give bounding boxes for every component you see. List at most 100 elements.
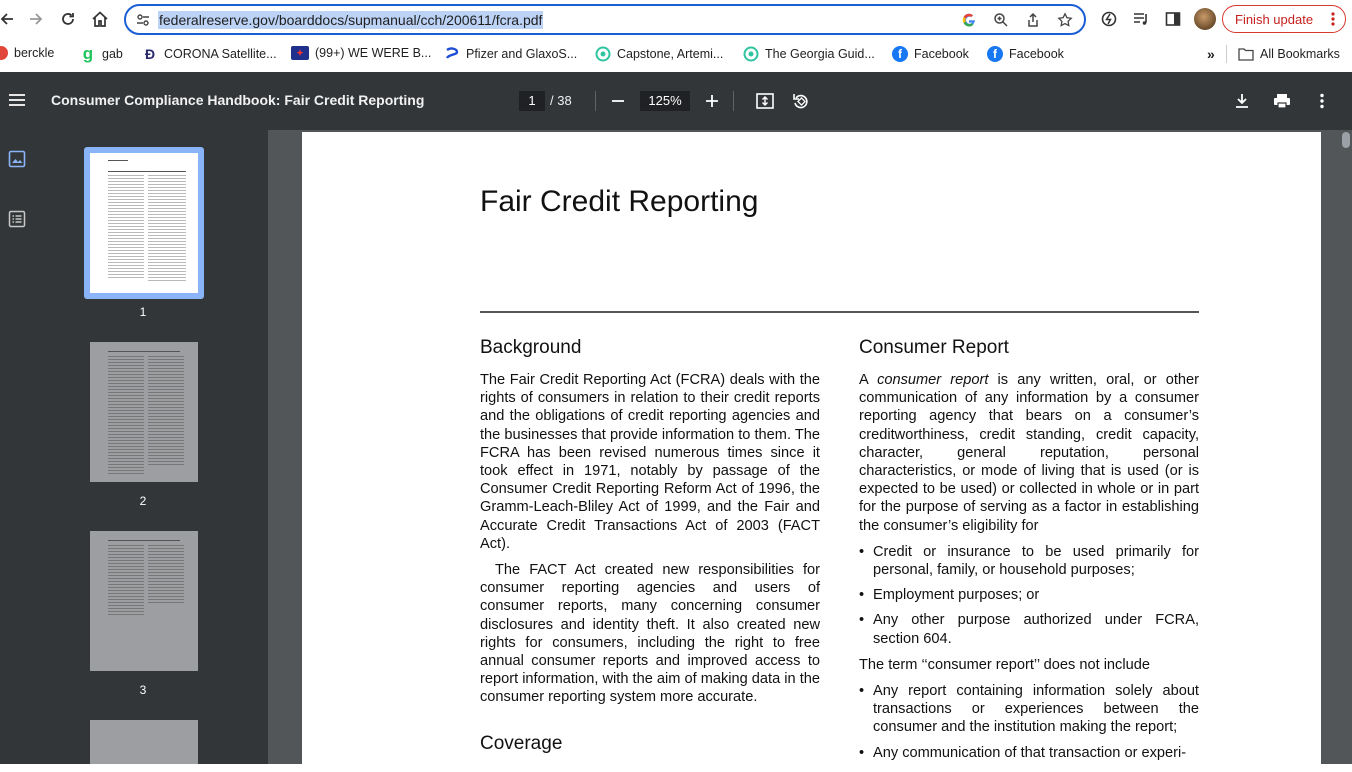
thumbnail-sidebar: 1 2 3 [0, 130, 268, 764]
consumer-report-definition: A consumer report is any written, oral, … [859, 371, 1199, 535]
more-vert-icon [1320, 93, 1324, 109]
consumer-report-heading: Consumer Report [859, 337, 1009, 358]
thumbnail-page-number: 1 [139, 305, 147, 319]
google-lens-icon[interactable] [958, 11, 980, 29]
zoom-level-input[interactable]: 125% [640, 91, 690, 111]
media-playlist-icon[interactable] [1130, 8, 1152, 30]
bookmarks-divider [1226, 45, 1227, 63]
document-title: Fair Credit Reporting [480, 185, 759, 218]
thumbnail-page-number: 3 [139, 683, 147, 697]
url-text[interactable]: federalreserve.gov/boarddocs/supmanual/c… [158, 11, 544, 29]
bookmark-item[interactable]: Ð CORONA Satellite... [142, 46, 277, 62]
thumbnails-view-button[interactable] [8, 150, 26, 168]
thumbnail-page [90, 531, 198, 671]
capstone-icon [595, 46, 611, 62]
bookmark-item[interactable]: berckle [0, 46, 54, 60]
title-rule [480, 311, 1199, 313]
folder-icon [1238, 46, 1254, 62]
download-button[interactable] [1231, 91, 1253, 111]
bookmark-item[interactable]: The Georgia Guid... [743, 46, 875, 62]
toolbar-divider [733, 91, 734, 111]
reload-button[interactable] [57, 8, 79, 30]
outline-view-button[interactable] [8, 210, 26, 228]
coverage-heading: Coverage [480, 733, 563, 754]
list-item: Credit or insurance to be used primarily… [859, 543, 1199, 579]
side-panel-icon[interactable] [1162, 8, 1184, 30]
bookmark-label: Pfizer and GlaxoS... [466, 47, 578, 61]
forward-button[interactable] [25, 8, 47, 30]
profile-avatar[interactable] [1194, 8, 1216, 30]
bookmark-label: (99+) WE WERE B... [315, 46, 432, 60]
finish-update-button[interactable]: Finish update [1222, 5, 1346, 33]
left-column: Background The Fair Credit Reporting Act… [480, 337, 820, 715]
right-column: Consumer Report A consumer report is any… [859, 337, 1199, 770]
back-arrow-icon [0, 13, 13, 25]
extension-icon[interactable] [1098, 8, 1120, 30]
capstone-icon [743, 46, 759, 62]
berklee-icon [0, 46, 8, 60]
facebook-icon: f [892, 46, 908, 62]
rotate-button[interactable] [790, 91, 812, 111]
bookmark-item[interactable]: f Facebook [892, 46, 969, 62]
list-item: Any report containing information solely… [859, 682, 1199, 737]
bookmark-item[interactable]: f Facebook [987, 46, 1064, 62]
pdf-viewer[interactable]: Fair Credit Reporting Background The Fai… [268, 130, 1352, 772]
forward-arrow-icon [30, 13, 43, 25]
zoom-in-button[interactable] [701, 91, 723, 111]
reload-icon [62, 13, 74, 25]
page-thumbnail-4[interactable] [90, 720, 198, 764]
definition-term: consumer report [877, 372, 989, 388]
thumbnail-page [90, 153, 198, 293]
background-heading: Background [480, 337, 582, 358]
page-number-input[interactable]: 1 [519, 91, 545, 111]
address-bar[interactable]: federalreserve.gov/boarddocs/supmanual/c… [124, 4, 1086, 35]
bookmark-item[interactable]: Pfizer and GlaxoS... [444, 46, 577, 62]
plus-icon [706, 95, 718, 107]
definition-body: is any written, oral, or other communica… [859, 372, 1199, 534]
main-scrollbar[interactable] [1342, 132, 1350, 148]
list-item: Employment purposes; or [859, 586, 1199, 604]
all-bookmarks-button[interactable]: All Bookmarks [1238, 46, 1340, 62]
flag-icon: ✦ [291, 46, 309, 60]
bookmark-item[interactable]: g gab [80, 44, 123, 63]
site-info-icon[interactable] [136, 13, 150, 32]
share-icon[interactable] [1022, 11, 1044, 29]
pdf-toolbar: Consumer Compliance Handbook: Fair Credi… [0, 72, 1352, 130]
zoom-icon[interactable] [990, 11, 1012, 29]
avatar-image [1194, 8, 1216, 30]
bookmark-label: CORONA Satellite... [164, 47, 277, 61]
background-paragraph-2: The FACT Act created new responsibilitie… [480, 562, 820, 706]
bookmark-label: Facebook [914, 47, 969, 61]
bookmark-item[interactable]: ✦ (99+) WE WERE B... [291, 46, 431, 60]
corona-icon: Ð [144, 46, 156, 62]
all-bookmarks-label: All Bookmarks [1260, 47, 1340, 61]
facebook-icon: f [987, 46, 1003, 62]
print-button[interactable] [1271, 91, 1293, 111]
download-icon [1236, 94, 1248, 108]
bookmarks-overflow-button[interactable]: » [1207, 46, 1215, 62]
minus-icon [612, 100, 624, 102]
zoom-out-button[interactable] [607, 91, 629, 111]
sidebar-menu-button[interactable] [8, 92, 26, 113]
fit-page-button[interactable] [754, 91, 776, 111]
eligibility-list: Credit or insurance to be used primarily… [859, 543, 1199, 648]
bookmark-label: Capstone, Artemi... [617, 47, 724, 61]
fit-page-icon [756, 93, 774, 109]
exclusions-list: Any report containing information solely… [859, 682, 1199, 762]
list-icon [8, 210, 26, 228]
print-icon [1274, 94, 1290, 109]
bookmark-label: gab [102, 47, 123, 61]
bookmark-item[interactable]: Capstone, Artemi... [595, 46, 723, 62]
bookmark-label: The Georgia Guid... [765, 47, 875, 61]
more-options-button[interactable] [1311, 91, 1333, 111]
pdf-title: Consumer Compliance Handbook: Fair Credi… [51, 92, 425, 108]
bookmark-star-icon[interactable] [1054, 11, 1076, 29]
definition-intro: A [859, 372, 878, 388]
thumbnail-page [90, 342, 198, 482]
back-button[interactable] [0, 8, 18, 30]
list-item: Any other purpose authorized under FCRA,… [859, 611, 1199, 647]
pfizer-icon [444, 46, 460, 62]
browser-toolbar: federalreserve.gov/boarddocs/supmanual/c… [0, 0, 1352, 38]
home-button[interactable] [89, 8, 111, 30]
list-item: Any communication of that transaction or… [859, 744, 1199, 762]
